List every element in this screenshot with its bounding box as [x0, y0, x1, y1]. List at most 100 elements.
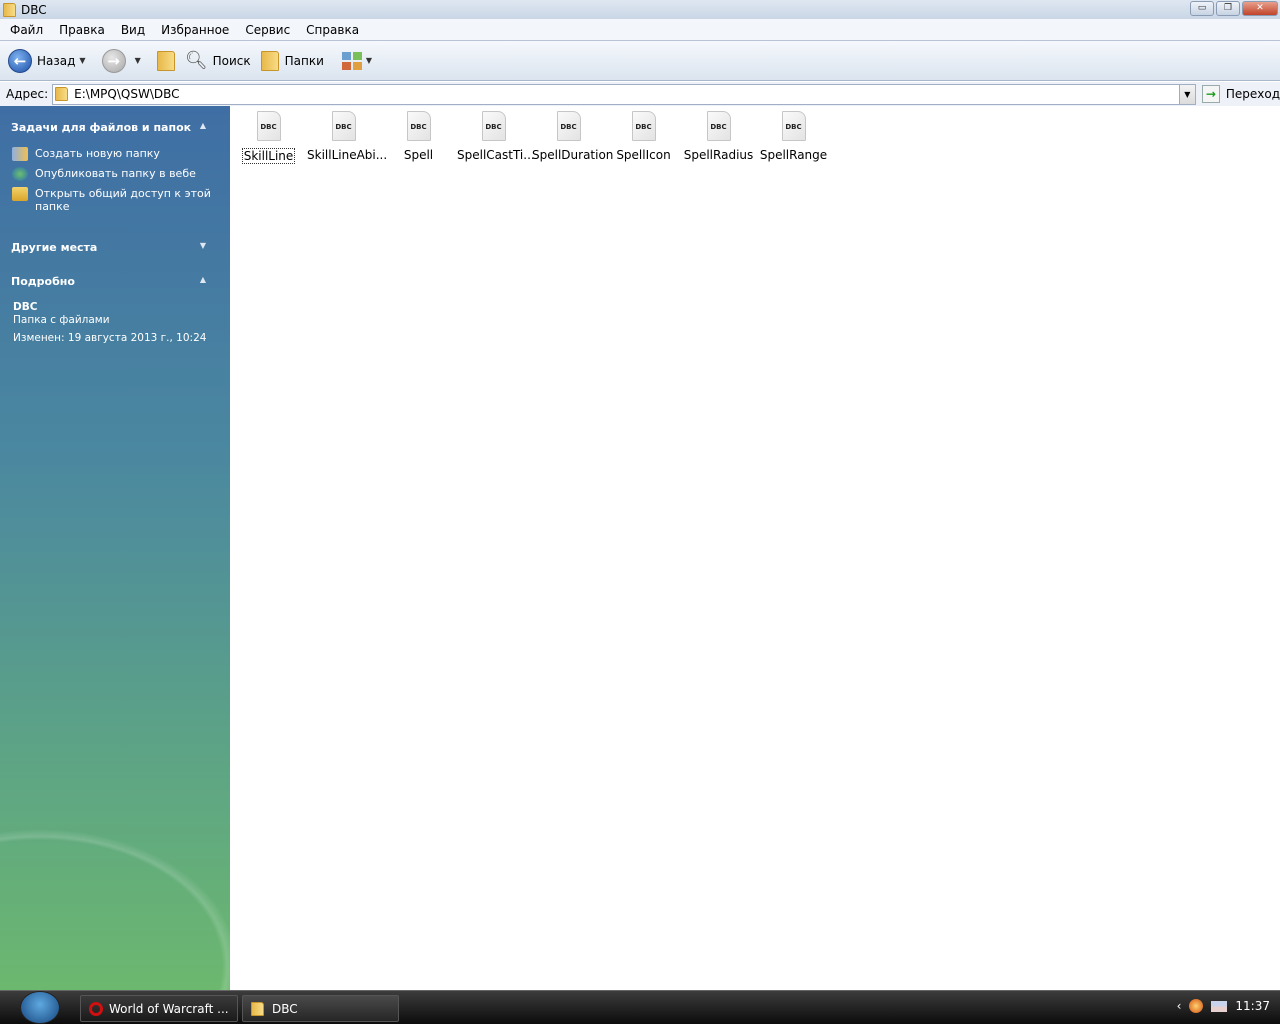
other-places-title: Другие места: [11, 241, 98, 254]
other-places-header[interactable]: Другие места ▼: [11, 241, 216, 254]
back-dropdown-icon[interactable]: ▼: [79, 56, 85, 65]
dbc-file-icon: DBC: [331, 111, 356, 141]
file-item[interactable]: DBC SkillLine: [231, 111, 306, 164]
address-bar: Адрес: E:\MPQ\QSW\DBC ▼ → Переход: [0, 82, 1280, 106]
dbc-file-icon: DBC: [406, 111, 431, 141]
folders-button[interactable]: Папки: [260, 50, 324, 71]
file-name: SkillLine: [241, 148, 296, 164]
toolbar: ← Назад ▼ → ▼ 🔍︎ Поиск Папки ▼: [0, 41, 1280, 81]
language-flag-icon[interactable]: [1211, 1000, 1228, 1012]
task-pane: Задачи для файлов и папок ▲ Создать новую…: [0, 106, 230, 990]
search-label: Поиск: [212, 53, 251, 68]
file-name: SpellRadius: [683, 148, 754, 162]
menu-favorites[interactable]: Избранное: [161, 23, 229, 37]
file-name: SpellRange: [759, 148, 828, 162]
up-folder-icon: [156, 50, 175, 71]
menu-tools[interactable]: Сервис: [245, 23, 290, 37]
forward-arrow-icon: →: [101, 48, 126, 73]
restore-button[interactable]: ❐: [1216, 1, 1240, 16]
title-bar: DBC ▭ ❐ ✕: [0, 0, 1280, 19]
taskbar-item-opera[interactable]: World of Warcraft ...: [80, 995, 238, 1022]
task-label: Создать новую папку: [35, 147, 160, 160]
tasks-title: Задачи для файлов и папок: [11, 121, 192, 134]
window-title: DBC: [21, 2, 47, 17]
details-title: Подробно: [11, 275, 75, 288]
minimize-button[interactable]: ▭: [1190, 1, 1214, 16]
views-icon: [341, 51, 362, 70]
dbc-file-icon: DBC: [631, 111, 656, 141]
address-value: E:\MPQ\QSW\DBC: [74, 87, 180, 101]
file-item[interactable]: DBC SpellCastTi...: [456, 111, 535, 162]
taskbar-label: DBC: [272, 1001, 298, 1016]
task-new-folder[interactable]: Создать новую папку: [12, 147, 212, 161]
address-label: Адрес:: [6, 87, 49, 101]
menu-view[interactable]: Вид: [121, 23, 145, 37]
tray-app-icon[interactable]: [1189, 999, 1204, 1013]
collapse-icon[interactable]: ▲: [200, 275, 206, 284]
share-folder-icon: [12, 187, 28, 201]
folders-label: Папки: [284, 53, 324, 68]
file-item[interactable]: DBC SkillLineAbi...: [306, 111, 387, 162]
clock[interactable]: 11:37: [1235, 999, 1270, 1013]
task-label: Опубликовать папку в вебе: [35, 167, 196, 180]
forward-button[interactable]: → ▼: [101, 48, 147, 73]
task-label: Открыть общий доступ к этой папке: [35, 187, 211, 213]
folder-icon: [55, 87, 69, 101]
go-label: Переход: [1225, 87, 1280, 101]
taskbar-label: World of Warcraft ...: [109, 1001, 229, 1016]
details-header[interactable]: Подробно ▲: [11, 275, 216, 288]
views-dropdown-icon[interactable]: ▼: [366, 56, 372, 65]
dbc-file-icon: DBC: [556, 111, 581, 141]
file-name: SpellDuration: [532, 148, 614, 162]
folders-icon: [260, 50, 279, 71]
up-folder-button[interactable]: [156, 50, 175, 71]
back-label: Назад: [37, 53, 76, 68]
address-dropdown-icon[interactable]: ▼: [1178, 84, 1195, 104]
globe-icon: [12, 167, 28, 181]
file-item[interactable]: DBC SpellRadius: [681, 111, 756, 162]
file-item[interactable]: DBC SpellDuration: [531, 111, 613, 162]
search-button[interactable]: 🔍︎ Поиск: [185, 50, 251, 71]
go-arrow-icon: →: [1201, 85, 1220, 103]
menu-file[interactable]: Файл: [10, 23, 43, 37]
menu-edit[interactable]: Правка: [59, 23, 105, 37]
task-publish-web[interactable]: Опубликовать папку в вебе: [12, 167, 212, 181]
detail-modified: Изменен: 19 августа 2013 г., 10:24: [13, 332, 207, 344]
menu-help[interactable]: Справка: [306, 23, 359, 37]
forward-dropdown-icon[interactable]: ▼: [135, 56, 141, 65]
address-input[interactable]: E:\MPQ\QSW\DBC ▼: [52, 83, 1196, 105]
dbc-file-icon: DBC: [256, 111, 281, 141]
dbc-file-icon: DBC: [481, 111, 506, 141]
detail-name: DBC: [13, 301, 38, 313]
back-arrow-icon: ←: [8, 48, 32, 73]
system-tray: ‹ 11:37: [1177, 999, 1270, 1013]
detail-type: Папка с файлами: [13, 314, 110, 326]
show-hidden-icons-icon[interactable]: ‹: [1177, 999, 1182, 1013]
tasks-header[interactable]: Задачи для файлов и папок ▲: [11, 121, 216, 134]
task-share-folder[interactable]: Открыть общий доступ к этой папке: [12, 187, 212, 213]
start-button[interactable]: [20, 991, 60, 1024]
file-name: SpellIcon: [616, 148, 671, 162]
file-item[interactable]: DBC SpellIcon: [606, 111, 681, 162]
file-item[interactable]: DBC SpellRange: [756, 111, 831, 162]
new-folder-icon: [12, 147, 28, 161]
dbc-file-icon: DBC: [781, 111, 806, 141]
file-name: Spell: [403, 148, 434, 162]
search-icon: 🔍︎: [184, 50, 208, 71]
close-button[interactable]: ✕: [1242, 1, 1278, 16]
file-list: DBC SkillLine DBC SkillLineAbi... DBC Spell DB…: [230, 106, 1280, 990]
file-name: SpellCastTi...: [457, 148, 535, 162]
expand-icon[interactable]: ▼: [200, 241, 206, 250]
folder-icon: [3, 2, 16, 17]
go-button[interactable]: → Переход: [1201, 85, 1280, 103]
file-name: SkillLineAbi...: [307, 148, 388, 162]
dbc-file-icon: DBC: [706, 111, 731, 141]
menu-bar: Файл Правка Вид Избранное Сервис Справка: [0, 19, 1280, 41]
opera-icon: [89, 1001, 103, 1016]
views-button[interactable]: ▼: [341, 51, 378, 70]
back-button[interactable]: ← Назад ▼: [8, 48, 92, 73]
collapse-icon[interactable]: ▲: [200, 121, 206, 130]
folder-icon: [251, 1001, 264, 1016]
file-item[interactable]: DBC Spell: [381, 111, 456, 162]
taskbar-item-dbc[interactable]: DBC: [242, 995, 399, 1022]
